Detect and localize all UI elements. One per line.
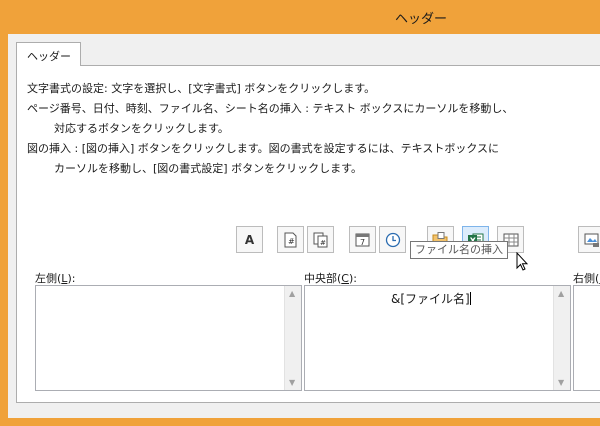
insert-time-button[interactable]: [379, 226, 406, 253]
insert-page-number-button[interactable]: #: [277, 226, 304, 253]
mouse-pointer-icon: [516, 252, 528, 271]
left-label-text: 左側(: [35, 272, 62, 285]
svg-text:#: #: [320, 239, 326, 247]
format-text-button[interactable]: A: [236, 226, 263, 253]
tab-header-label: ヘッダー: [27, 50, 71, 63]
right-section-label: 右側(R: [573, 270, 600, 286]
right-section-textbox[interactable]: [573, 285, 600, 391]
center-section-label: 中央部(C):: [304, 270, 357, 286]
center-scrollbar[interactable]: ▲ ▼: [553, 286, 570, 390]
title-bar: ヘッダー: [0, 0, 600, 34]
left-scrollbar[interactable]: ▲ ▼: [284, 286, 301, 390]
instruction-line-1: 文字書式の設定: 文字を選択し、[文字書式] ボタンをクリックします。: [27, 82, 376, 95]
time-icon: [385, 232, 400, 247]
center-label-text: 中央部(: [304, 272, 342, 285]
center-section-value: &[ファイル名]: [391, 292, 470, 306]
svg-text:7: 7: [360, 238, 365, 247]
tab-header[interactable]: ヘッダー: [16, 42, 81, 66]
center-label-accesskey: C: [341, 272, 349, 285]
instruction-line-4: 図の挿入 : [図の挿入] ボタンをクリックします。図の書式を設定するには、テキ…: [27, 142, 500, 155]
scroll-down-icon[interactable]: ▼: [289, 378, 295, 387]
window-title: ヘッダー: [395, 12, 448, 27]
date-icon: 7: [355, 233, 370, 247]
instruction-line-3: 対応するボタンをクリックします。: [54, 122, 229, 135]
page-number-icon: #: [284, 232, 297, 247]
dialog-body: ヘッダー 文字書式の設定: 文字を選択し、[文字書式] ボタンをクリックします。…: [8, 34, 600, 418]
right-label-text: 右側(: [573, 272, 600, 285]
left-section-label: 左側(L):: [35, 270, 75, 286]
svg-text:#: #: [288, 237, 295, 246]
insert-page-count-button[interactable]: #: [307, 226, 334, 253]
left-section-textbox[interactable]: ▲ ▼: [35, 285, 302, 391]
insert-date-button[interactable]: 7: [349, 226, 376, 253]
tooltip-insert-file-name: ファイル名の挿入: [410, 241, 508, 259]
instruction-line-5: カーソルを移動し、[図の書式設定] ボタンをクリックします。: [54, 162, 362, 175]
tab-panel: 文字書式の設定: 文字を選択し、[文字書式] ボタンをクリックします。 ページ番…: [16, 65, 600, 403]
page-count-icon: #: [313, 232, 327, 247]
scroll-up-icon[interactable]: ▲: [289, 289, 295, 298]
scroll-up-icon[interactable]: ▲: [558, 289, 564, 298]
insert-picture-button[interactable]: [578, 226, 600, 253]
left-label-suffix: ):: [67, 272, 76, 285]
instruction-line-2: ページ番号、日付、時刻、ファイル名、シート名の挿入 : テキスト ボックスにカー…: [27, 102, 514, 115]
center-label-suffix: ):: [348, 272, 357, 285]
center-section-content: &[ファイル名]: [391, 290, 471, 307]
picture-icon: [584, 233, 599, 247]
center-section-textbox[interactable]: &[ファイル名] ▲ ▼: [304, 285, 571, 391]
format-text-icon: A: [244, 232, 255, 247]
text-caret: [469, 292, 471, 305]
scroll-down-icon[interactable]: ▼: [558, 378, 564, 387]
